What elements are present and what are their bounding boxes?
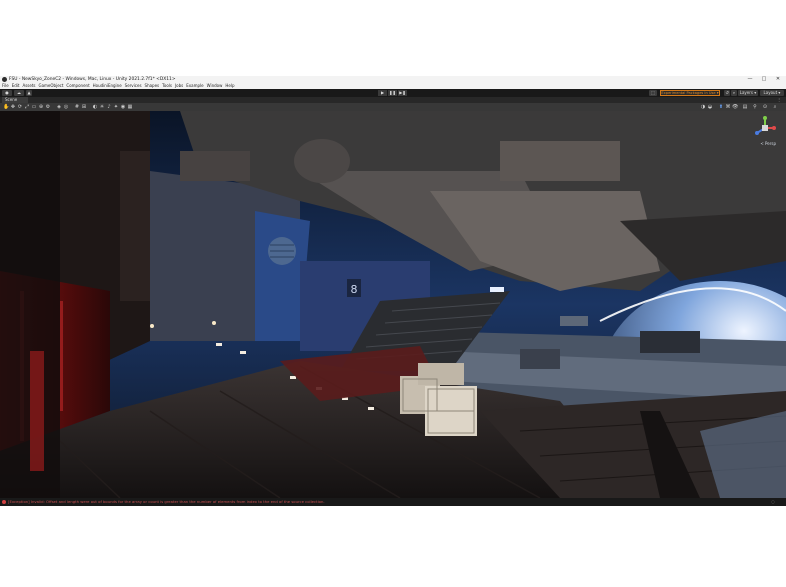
cloud-button[interactable]: ☁ <box>14 90 24 96</box>
package-icon: ⬚ <box>651 90 655 95</box>
hand-tool-icon[interactable]: ✋ <box>3 104 9 110</box>
bake-progress-icon[interactable]: ◌ <box>770 499 776 505</box>
menu-item-help[interactable]: Help <box>225 83 234 88</box>
console-status-message[interactable]: [Exception] Invalid: Offset and length w… <box>8 498 325 506</box>
menu-item-component[interactable]: Component <box>66 83 89 88</box>
history-icon: ↺ <box>725 90 729 95</box>
close-button[interactable]: ✕ <box>772 76 784 83</box>
rect-tool-icon[interactable]: ▭ <box>31 104 37 110</box>
scene-viewport[interactable]: 8 < Persp <box>0 111 786 498</box>
pause-button[interactable]: ❚❚ <box>388 90 397 96</box>
account-icon: ● <box>5 90 9 95</box>
menu-item-services[interactable]: Services <box>125 83 142 88</box>
cloud-icon: ☁ <box>17 90 21 95</box>
grid-toggle-icon[interactable]: ▦ <box>127 104 133 110</box>
lighting-toggle-icon[interactable]: ☀ <box>99 104 105 110</box>
search-scene-icon[interactable]: ⌕ <box>772 104 778 110</box>
unity-logo-icon <box>2 77 7 82</box>
collab-button[interactable]: ▲ <box>26 90 32 96</box>
scale-tool-icon[interactable]: ⤢ <box>24 104 30 110</box>
menu-item-tools[interactable]: Tools <box>162 83 172 88</box>
scene-render: 8 <box>0 111 786 498</box>
projection-label[interactable]: < Persp <box>760 141 776 146</box>
status-bar[interactable]: [Exception] Invalid: Offset and length w… <box>0 498 786 506</box>
scene-visibility-icon[interactable]: 👁 <box>732 104 738 110</box>
camera-settings-icon[interactable]: ⌘ <box>725 104 731 110</box>
effects-toggle-icon[interactable]: ✦ <box>113 104 119 110</box>
hangar-sign: 8 <box>351 283 358 296</box>
step-button[interactable]: ▶❚ <box>398 90 407 96</box>
menu-item-assets[interactable]: Assets <box>22 83 35 88</box>
play-controls: ▶ ❚❚ ▶❚ <box>378 90 408 96</box>
minimize-button[interactable]: — <box>744 76 756 83</box>
search-button[interactable]: ⌕ <box>731 90 737 96</box>
layers-dropdown[interactable]: Layers ▾ <box>738 90 758 96</box>
grid-snap-icon[interactable]: # <box>74 104 80 110</box>
menu-item-edit[interactable]: Edit <box>12 83 20 88</box>
2d-toggle-icon[interactable]: ◐ <box>92 104 98 110</box>
gizmos-menu-icon[interactable]: ⊙ <box>762 104 768 110</box>
view-options-icon[interactable]: ⚲ <box>752 104 758 110</box>
transform-tool-icon[interactable]: ⊕ <box>38 104 44 110</box>
menu-item-jobs[interactable]: Jobs <box>175 83 183 88</box>
maximize-button[interactable]: □ <box>758 76 770 83</box>
overlay-menu-icon[interactable]: ▤ <box>742 104 748 110</box>
error-icon <box>2 500 6 504</box>
package-manager-button[interactable]: ⬚ <box>649 90 657 96</box>
shading-mode-icon[interactable]: ◑ <box>700 104 706 110</box>
main-toolbar: ● ☁ ▲ ▶ ❚❚ ▶❚ ⬚ Experimental Packages In… <box>0 89 786 97</box>
menu-item-file[interactable]: File <box>2 83 9 88</box>
account-button[interactable]: ● <box>2 90 12 96</box>
global-toggle-icon[interactable]: ◎ <box>63 104 69 110</box>
menu-item-houdiniengine[interactable]: HoudiniEngine <box>93 83 122 88</box>
audio-toggle-icon[interactable]: ♪ <box>106 104 112 110</box>
axis-gizmo-icon <box>755 116 776 135</box>
pivot-toggle-icon[interactable]: ◈ <box>56 104 62 110</box>
layout-dropdown[interactable]: Layout ▾ <box>760 90 784 96</box>
scene-tab-label: Scene <box>5 97 18 102</box>
history-button[interactable]: ↺ <box>724 90 730 96</box>
unity-editor-window: FSU - NewSkyo_ZoneC2 - Windows, Mac, Lin… <box>0 76 786 506</box>
window-title: FSU - NewSkyo_ZoneC2 - Windows, Mac, Lin… <box>9 77 176 82</box>
menu-item-shapes[interactable]: Shapes <box>145 83 160 88</box>
play-button[interactable]: ▶ <box>378 90 387 96</box>
hidden-objects-icon[interactable]: ◉ <box>120 104 126 110</box>
rotate-tool-icon[interactable]: ⟳ <box>17 104 23 110</box>
snap-increment-icon[interactable]: ⊞ <box>81 104 87 110</box>
custom-tool-icon[interactable]: ⚙ <box>45 104 51 110</box>
gizmos-toggle-icon[interactable]: ⬆ <box>718 104 724 110</box>
title-bar: FSU - NewSkyo_ZoneC2 - Windows, Mac, Lin… <box>0 76 786 83</box>
experimental-packages-badge[interactable]: Experimental Packages In Use ▾ <box>660 90 720 96</box>
menu-item-example[interactable]: Example <box>186 83 203 88</box>
menu-item-gameobject[interactable]: GameObject <box>38 83 63 88</box>
scene-toolbar: ✋ ✥ ⟳ ⤢ ▭ ⊕ ⚙ ◈ ◎ # ⊞ ◐ ☀ ♪ ✦ ◉ ▦ ◑ ◒ ⬆ … <box>0 103 786 111</box>
menu-item-window[interactable]: Window <box>207 83 223 88</box>
collab-icon: ▲ <box>27 90 31 95</box>
search-icon: ⌕ <box>732 90 736 95</box>
move-tool-icon[interactable]: ✥ <box>10 104 16 110</box>
render-mode-icon[interactable]: ◒ <box>707 104 713 110</box>
